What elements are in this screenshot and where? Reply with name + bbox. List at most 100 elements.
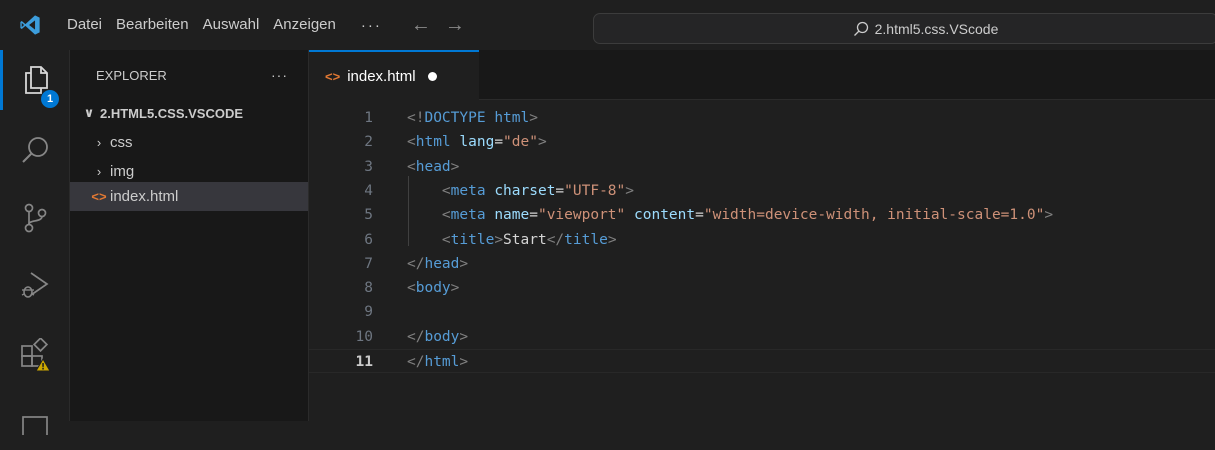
panel-activity-button[interactable]	[0, 390, 70, 450]
code-token: <	[441, 207, 451, 224]
code-token: lang	[459, 134, 495, 151]
code-token: "viewport"	[537, 207, 626, 224]
line-number: 2	[364, 134, 373, 151]
code-token: =	[529, 207, 538, 224]
code-line[interactable]: 1 <!DOCTYPE html>	[309, 106, 1215, 130]
code-token: >	[1044, 207, 1054, 224]
code-token: body	[415, 280, 451, 297]
source-control-activity-button[interactable]	[0, 188, 70, 248]
code-line[interactable]: 6 <title>Start</title>	[309, 228, 1215, 252]
line-number: 3	[364, 158, 373, 175]
code-text: <!DOCTYPE html>	[407, 106, 538, 130]
menu-bearbeiten[interactable]: Bearbeiten	[109, 0, 196, 50]
tab-index-html[interactable]: <> index.html	[309, 50, 479, 100]
explorer-more-button[interactable]: ···	[271, 67, 288, 83]
chevron-right-icon: ›	[96, 135, 102, 150]
code-line[interactable]: 7 </head>	[309, 252, 1215, 276]
extensions-activity-button[interactable]: !	[0, 325, 70, 385]
code-line[interactable]: 10 </body>	[309, 325, 1215, 349]
search-activity-button[interactable]	[0, 120, 70, 180]
code-token: >	[459, 354, 469, 370]
line-number: 5	[364, 207, 373, 224]
editor-tabs: <> index.html	[309, 50, 1215, 100]
title-bar: Datei Bearbeiten Auswahl Anzeigen ··· ← …	[0, 0, 1215, 50]
code-token: "UTF-8"	[564, 182, 626, 199]
code-token: content	[634, 207, 696, 224]
code-line[interactable]: 4 <meta charset="UTF-8">	[309, 179, 1215, 203]
code-token: html	[494, 110, 530, 126]
navigation-arrows: ← →	[404, 14, 472, 37]
code-token: >	[537, 134, 547, 151]
code-token: >	[529, 110, 538, 126]
run-debug-icon	[21, 272, 49, 298]
code-line[interactable]: 3 <head>	[309, 155, 1215, 179]
code-text: <meta name="viewport" content="width=dev…	[407, 203, 1053, 227]
code-token: >	[494, 231, 504, 248]
code-token: >	[625, 182, 634, 199]
tree-item-index-html[interactable]: <> index.html	[70, 182, 308, 211]
line-number: 1	[364, 110, 373, 126]
explorer-sidebar: EXPLORER ··· ∨ 2.HTML5.CSS.VSCODE › css …	[70, 50, 309, 421]
code-token: </	[407, 255, 425, 272]
tree-item-css[interactable]: › css	[70, 128, 308, 157]
line-number: 11	[355, 354, 373, 370]
activity-bar: 1 !	[0, 50, 70, 435]
code-token: name	[494, 207, 530, 224]
line-number: 9	[364, 304, 373, 321]
back-arrow-icon[interactable]: ←	[404, 14, 438, 37]
code-token: title	[450, 231, 495, 248]
extensions-icon: !	[21, 338, 51, 373]
workspace-folder-header[interactable]: ∨ 2.HTML5.CSS.VSCODE	[70, 100, 308, 126]
code-line[interactable]: 8 <body>	[309, 276, 1215, 300]
tree-item-label: img	[110, 163, 135, 180]
menu-anzeigen[interactable]: Anzeigen	[266, 0, 343, 50]
menu-datei[interactable]: Datei	[60, 0, 109, 50]
line-number: 7	[364, 255, 373, 272]
explorer-title: EXPLORER	[96, 67, 167, 83]
command-center-search[interactable]: 2.html5.css.VScode	[593, 13, 1215, 44]
code-text: <head>	[407, 155, 459, 179]
code-token: </	[407, 354, 425, 370]
vscode-logo-icon[interactable]	[0, 0, 60, 50]
unsaved-dot-icon[interactable]	[427, 71, 437, 81]
workspace-folder-label: 2.HTML5.CSS.VSCODE	[100, 105, 244, 121]
code-line[interactable]: 5 <meta name="viewport" content="width=d…	[309, 203, 1215, 227]
svg-text:!: !	[41, 363, 45, 373]
menu-more-button[interactable]: ···	[343, 17, 396, 34]
explorer-badge: 1	[41, 90, 59, 108]
code-text: <meta charset="UTF-8">	[407, 179, 634, 203]
code-token: "width=device-width, initial-scale=1.0"	[703, 207, 1045, 224]
code-token: html	[415, 134, 451, 151]
code-token: <	[441, 182, 451, 199]
code-line[interactable]: 11 </html>	[309, 349, 1215, 373]
code-token: =	[695, 207, 704, 224]
html-file-icon: <>	[91, 189, 107, 204]
code-token: Start	[503, 231, 547, 248]
code-line[interactable]: 2 <html lang="de">	[309, 130, 1215, 154]
menu-auswahl[interactable]: Auswahl	[196, 0, 267, 50]
code-token: <	[407, 280, 416, 297]
line-number: 4	[364, 182, 373, 199]
code-token: html	[424, 354, 460, 370]
code-token: meta	[450, 182, 486, 199]
explorer-activity-button[interactable]: 1	[0, 50, 70, 110]
html-file-icon: <>	[325, 68, 341, 84]
source-control-icon	[24, 203, 47, 233]
run-debug-activity-button[interactable]	[0, 255, 70, 315]
code-token: </	[407, 328, 425, 345]
code-token: <	[407, 158, 416, 175]
code-token: DOCTYPE	[424, 110, 486, 126]
code-editor[interactable]: 1 <!DOCTYPE html> 2 <html lang="de"> 3 <head>…	[309, 100, 1215, 421]
code-token: =	[494, 134, 504, 151]
code-text: </html>	[407, 350, 468, 374]
explorer-header: EXPLORER ···	[70, 50, 308, 100]
code-line[interactable]: 9	[309, 300, 1215, 324]
code-token: >	[459, 255, 469, 272]
tab-label: index.html	[347, 67, 416, 85]
search-icon	[853, 21, 868, 36]
forward-arrow-icon[interactable]: →	[438, 14, 472, 37]
